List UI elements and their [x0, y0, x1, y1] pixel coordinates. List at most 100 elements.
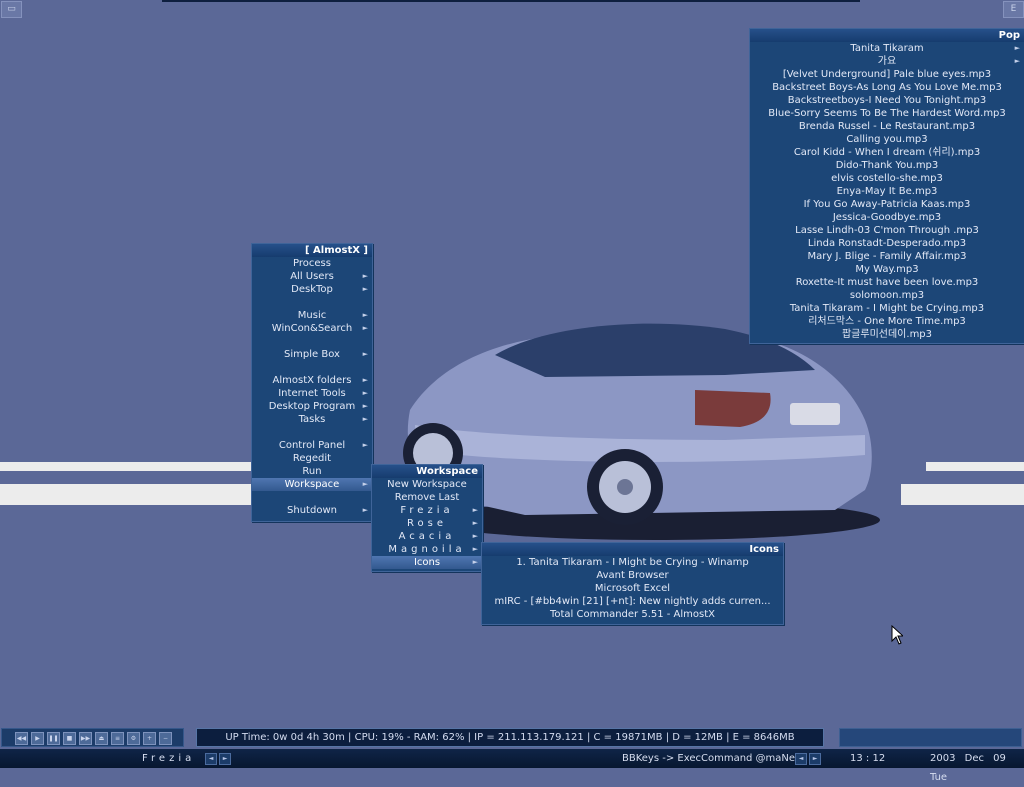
window-icon[interactable]: ▭	[1, 1, 22, 18]
corner-e-label: E	[1010, 4, 1017, 14]
menu-item-song[interactable]: If You Go Away-Patricia Kaas.mp3	[750, 198, 1024, 211]
menu-separator	[252, 296, 372, 309]
icons-submenu: Icons 1. Tanita Tikaram - I Might be Cry…	[481, 542, 784, 625]
media-controls: ◀◀ ▶ ❚❚ ■ ▶▶ ⏏ ≡ ⚙ + −	[1, 728, 184, 747]
menu-item-internet-tools[interactable]: Internet Tools ►	[252, 387, 372, 400]
menu-item-song[interactable]: Roxette-It must have been love.mp3	[750, 276, 1024, 289]
stop-icon[interactable]: ■	[63, 732, 76, 745]
menu-item-tasks[interactable]: Tasks ►	[252, 413, 372, 426]
menu-item-almostx-folders[interactable]: AlmostX folders ►	[252, 374, 372, 387]
menu-item-song[interactable]: My Way.mp3	[750, 263, 1024, 276]
menu-item-window[interactable]: Microsoft Excel	[482, 582, 783, 595]
rewind-icon[interactable]: ◀◀	[15, 732, 28, 745]
menu-item-song[interactable]: Tanita Tikaram - I Might be Crying.mp3	[750, 302, 1024, 315]
eject-icon[interactable]: ⏏	[95, 732, 108, 745]
menu-item-song[interactable]: Backstreet Boys-As Long As You Love Me.m…	[750, 81, 1024, 94]
pause-icon[interactable]: ❚❚	[47, 732, 60, 745]
volume-down-icon[interactable]: −	[159, 732, 172, 745]
next-workspace-icon[interactable]: ►	[219, 753, 231, 765]
corner-e-button[interactable]: E	[1003, 1, 1024, 18]
menu-item-song[interactable]: Backstreetboys-I Need You Tonight.mp3	[750, 94, 1024, 107]
submenu-arrow-icon: ►	[1014, 57, 1020, 65]
menu-separator	[252, 491, 372, 504]
menu-item-workspace-frezia[interactable]: Frezia ►	[372, 504, 482, 517]
submenu-arrow-icon: ►	[362, 441, 368, 449]
next-window-icon[interactable]: ►	[809, 753, 821, 765]
menu-item-all-users[interactable]: All Users ►	[252, 270, 372, 283]
menu-item-folder-tanita[interactable]: Tanita Tikaram ►	[750, 42, 1024, 55]
menu-item-music[interactable]: Music ►	[252, 309, 372, 322]
pop-menu-title: Pop	[750, 29, 1024, 42]
icons-menu-title: Icons	[482, 543, 783, 556]
menu-item-song[interactable]: Carol Kidd - When I dream (쉬리).mp3	[750, 146, 1024, 159]
menu-item-window[interactable]: mIRC - [#bb4win [21] [+nt]: New nightly …	[482, 595, 783, 608]
volume-up-icon[interactable]: +	[143, 732, 156, 745]
menu-item-window[interactable]: Total Commander 5.51 - AlmostX	[482, 608, 783, 621]
submenu-arrow-icon: ►	[362, 350, 368, 358]
pop-music-menu: Pop Tanita Tikaram ► 가요 ► [Velvet Undergro…	[749, 28, 1024, 344]
menu-item-wincon-search[interactable]: WinCon&Search ►	[252, 322, 372, 335]
menu-item-simple-box[interactable]: Simple Box ►	[252, 348, 372, 361]
date: 2003 Dec 09 Tue	[930, 753, 1006, 783]
playlist-icon[interactable]: ≡	[111, 732, 124, 745]
menu-separator	[252, 335, 372, 348]
settings-icon[interactable]: ⚙	[127, 732, 140, 745]
submenu-arrow-icon: ►	[472, 506, 478, 514]
menu-item-control-panel[interactable]: Control Panel ►	[252, 439, 372, 452]
submenu-arrow-icon: ►	[362, 506, 368, 514]
submenu-arrow-icon: ►	[362, 285, 368, 293]
menu-item-song[interactable]: Enya-May It Be.mp3	[750, 185, 1024, 198]
menu-item-window[interactable]: 1. Tanita Tikaram - I Might be Crying - …	[482, 556, 783, 569]
menu-item-song[interactable]: Brenda Russel - Le Restaurant.mp3	[750, 120, 1024, 133]
menu-item-workspace-rose[interactable]: Rose ►	[372, 517, 482, 530]
submenu-arrow-icon: ►	[472, 558, 478, 566]
menu-separator	[252, 426, 372, 439]
menu-item-shutdown[interactable]: Shutdown ►	[252, 504, 372, 517]
menu-item-song[interactable]: Jessica-Goodbye.mp3	[750, 211, 1024, 224]
menu-item-song[interactable]: [Velvet Underground] Pale blue eyes.mp3	[750, 68, 1024, 81]
prev-workspace-icon[interactable]: ◄	[205, 753, 217, 765]
submenu-arrow-icon: ►	[362, 272, 368, 280]
menu-item-regedit[interactable]: Regedit	[252, 452, 372, 465]
menu-item-process[interactable]: Process	[252, 257, 372, 270]
submenu-arrow-icon: ►	[472, 532, 478, 540]
prev-window-icon[interactable]: ◄	[795, 753, 807, 765]
tray-panel	[839, 728, 1022, 747]
menu-item-song[interactable]: Calling you.mp3	[750, 133, 1024, 146]
road-stripe	[0, 462, 252, 471]
menu-item-remove-last[interactable]: Remove Last	[372, 491, 482, 504]
menu-item-song[interactable]: elvis costello-she.mp3	[750, 172, 1024, 185]
menu-item-new-workspace[interactable]: New Workspace	[372, 478, 482, 491]
menu-item-folder-gayo[interactable]: 가요 ►	[750, 55, 1024, 68]
menu-item-song[interactable]: Dido-Thank You.mp3	[750, 159, 1024, 172]
workspace-submenu: Workspace New Workspace Remove Last Frez…	[371, 464, 483, 572]
play-icon[interactable]: ▶	[31, 732, 44, 745]
mouse-cursor-icon	[891, 625, 903, 645]
forward-icon[interactable]: ▶▶	[79, 732, 92, 745]
almostx-menu: [ AlmostX ] Process All Users ► DeskTop ► …	[251, 243, 373, 522]
submenu-arrow-icon: ►	[362, 376, 368, 384]
current-workspace-label[interactable]: Frezia	[142, 749, 195, 768]
menu-item-song[interactable]: Mary J. Blige - Family Affair.mp3	[750, 250, 1024, 263]
menu-item-window[interactable]: Avant Browser	[482, 569, 783, 582]
window-label[interactable]: BBKeys -> ExecCommand @maNext	[622, 749, 805, 768]
menu-item-song[interactable]: Linda Ronstadt-Desperado.mp3	[750, 237, 1024, 250]
menu-item-workspace-acacia[interactable]: Acacia ►	[372, 530, 482, 543]
menu-item-icons[interactable]: Icons ►	[372, 556, 482, 569]
submenu-arrow-icon: ►	[362, 389, 368, 397]
menu-item-run[interactable]: Run	[252, 465, 372, 478]
bottom-toolbar: Frezia ◄ ► BBKeys -> ExecCommand @maNext…	[0, 749, 1024, 783]
menu-item-song[interactable]: 팝글루미선데이.mp3	[750, 328, 1024, 341]
menu-item-song[interactable]: solomoon.mp3	[750, 289, 1024, 302]
menu-item-song[interactable]: Lasse Lindh-03 C'mon Through .mp3	[750, 224, 1024, 237]
menu-item-workspace-magnoila[interactable]: Magnoila ►	[372, 543, 482, 556]
menu-item-song[interactable]: Blue-Sorry Seems To Be The Hardest Word.…	[750, 107, 1024, 120]
menu-item-song[interactable]: 리처드막스 - One More Time.mp3	[750, 315, 1024, 328]
almostx-menu-title: [ AlmostX ]	[252, 244, 372, 257]
road-stripe	[926, 462, 1024, 471]
menu-item-desktop-program[interactable]: Desktop Program ►	[252, 400, 372, 413]
menu-item-workspace[interactable]: Workspace ►	[252, 478, 372, 491]
submenu-arrow-icon: ►	[472, 519, 478, 527]
system-status-text: UP Time: 0w 0d 4h 30m | CPU: 19% - RAM: …	[225, 732, 795, 743]
menu-item-desktop[interactable]: DeskTop ►	[252, 283, 372, 296]
